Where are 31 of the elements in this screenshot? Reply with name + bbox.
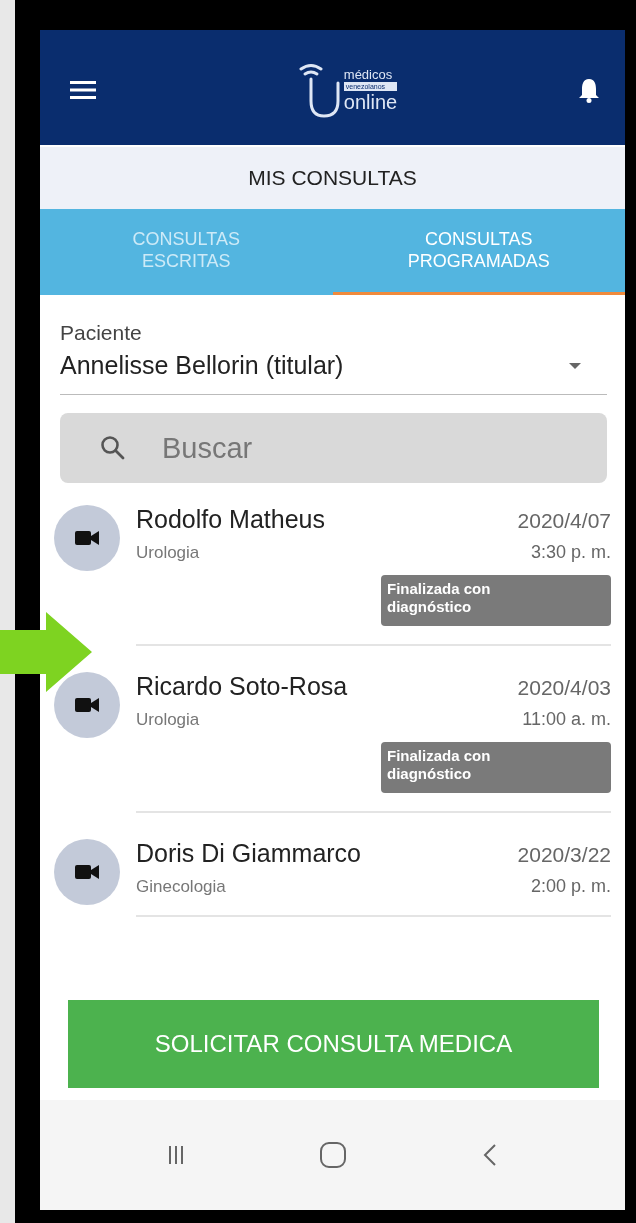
specialty: Ginecologia: [136, 877, 226, 897]
consultation-date: 2020/3/22: [517, 843, 611, 867]
menu-icon[interactable]: [70, 79, 96, 100]
doctor-name: Doris Di Giammarco: [136, 839, 362, 868]
back-icon[interactable]: [483, 1143, 498, 1167]
consultation-time: 2:00 p. m.: [530, 876, 611, 897]
field-label: Paciente: [60, 321, 143, 345]
search-field[interactable]: Buscar: [60, 413, 607, 483]
specialty: Urologia: [136, 543, 200, 563]
search-icon: [100, 435, 126, 461]
recent-apps-icon[interactable]: [167, 1144, 184, 1166]
home-icon[interactable]: [319, 1141, 348, 1169]
status-badge: Finalizada con diagnóstico: [381, 575, 611, 626]
consultation-date: 2020/4/07: [517, 509, 611, 533]
patient-dropdown[interactable]: Annelisse Bellorin (titular): [60, 345, 607, 395]
consultation-item[interactable]: Ricardo Soto-Rosa 2020/4/03 Urologia 11:00 a. m. Finalizada con diagnóstico: [40, 672, 625, 839]
bell-icon[interactable]: [577, 76, 601, 103]
consultation-item[interactable]: Rodolfo Matheus 2020/4/07 Urologia 3:30 p. m. Finalizada con diagnóstico: [40, 505, 625, 672]
consultation-item[interactable]: Doris Di Giammarco 2020/3/22 Ginecologia 2:00 p. m.: [40, 839, 625, 943]
logo-text: online: [343, 91, 398, 112]
logo-text: médicos: [343, 67, 394, 81]
consultation-date: 2020/4/03: [517, 676, 611, 700]
doctor-name: Ricardo Soto-Rosa: [136, 672, 348, 701]
page-title: MIS CONSULTAS: [40, 145, 625, 209]
caret-icon: [569, 362, 581, 369]
consultation-time: 11:00 a. m.: [522, 709, 611, 730]
consultation-time: 3:30 p. m.: [530, 542, 611, 563]
status-badge: Finalizada con diagnóstico: [381, 742, 611, 793]
doctor-name: Rodolfo Matheus: [136, 505, 325, 534]
arrow-icon: [0, 612, 92, 692]
specialty: Urologia: [136, 710, 200, 730]
